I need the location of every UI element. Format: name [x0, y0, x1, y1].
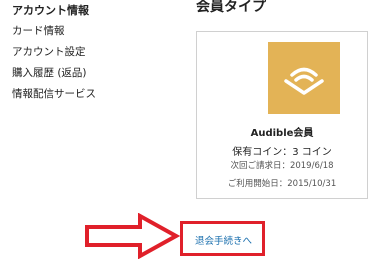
sidebar-title: アカウント情報 [12, 4, 89, 17]
audible-logo-icon [268, 42, 340, 114]
sidebar-item-account-settings[interactable]: アカウント設定 [12, 45, 152, 59]
cancel-membership-link[interactable]: 退会手続きへ [195, 233, 252, 247]
start-date: ご利用開始日：2015/10/31 [227, 179, 337, 189]
membership-card: Audible会員 保有コイン：3 コイン 次回ご請求日：2019/6/18 ご… [196, 31, 368, 199]
sidebar-item-purchase-history[interactable]: 購入履歴 (返品) [12, 66, 152, 80]
sidebar-item-card-info[interactable]: カード情報 [12, 24, 152, 38]
plan-name: Audible会員 [250, 128, 314, 139]
membership-section-title: 会員タイプ [196, 0, 266, 15]
red-arrow-icon [85, 213, 180, 259]
coin-balance: 保有コイン：3 コイン [232, 147, 332, 158]
sidebar-item-newsletter[interactable]: 情報配信サービス [12, 87, 152, 101]
account-sidebar: アカウント情報 カード情報 アカウント設定 購入履歴 (返品) 情報配信サービス [12, 2, 152, 108]
next-billing-date: 次回ご請求日：2019/6/18 [230, 161, 334, 171]
